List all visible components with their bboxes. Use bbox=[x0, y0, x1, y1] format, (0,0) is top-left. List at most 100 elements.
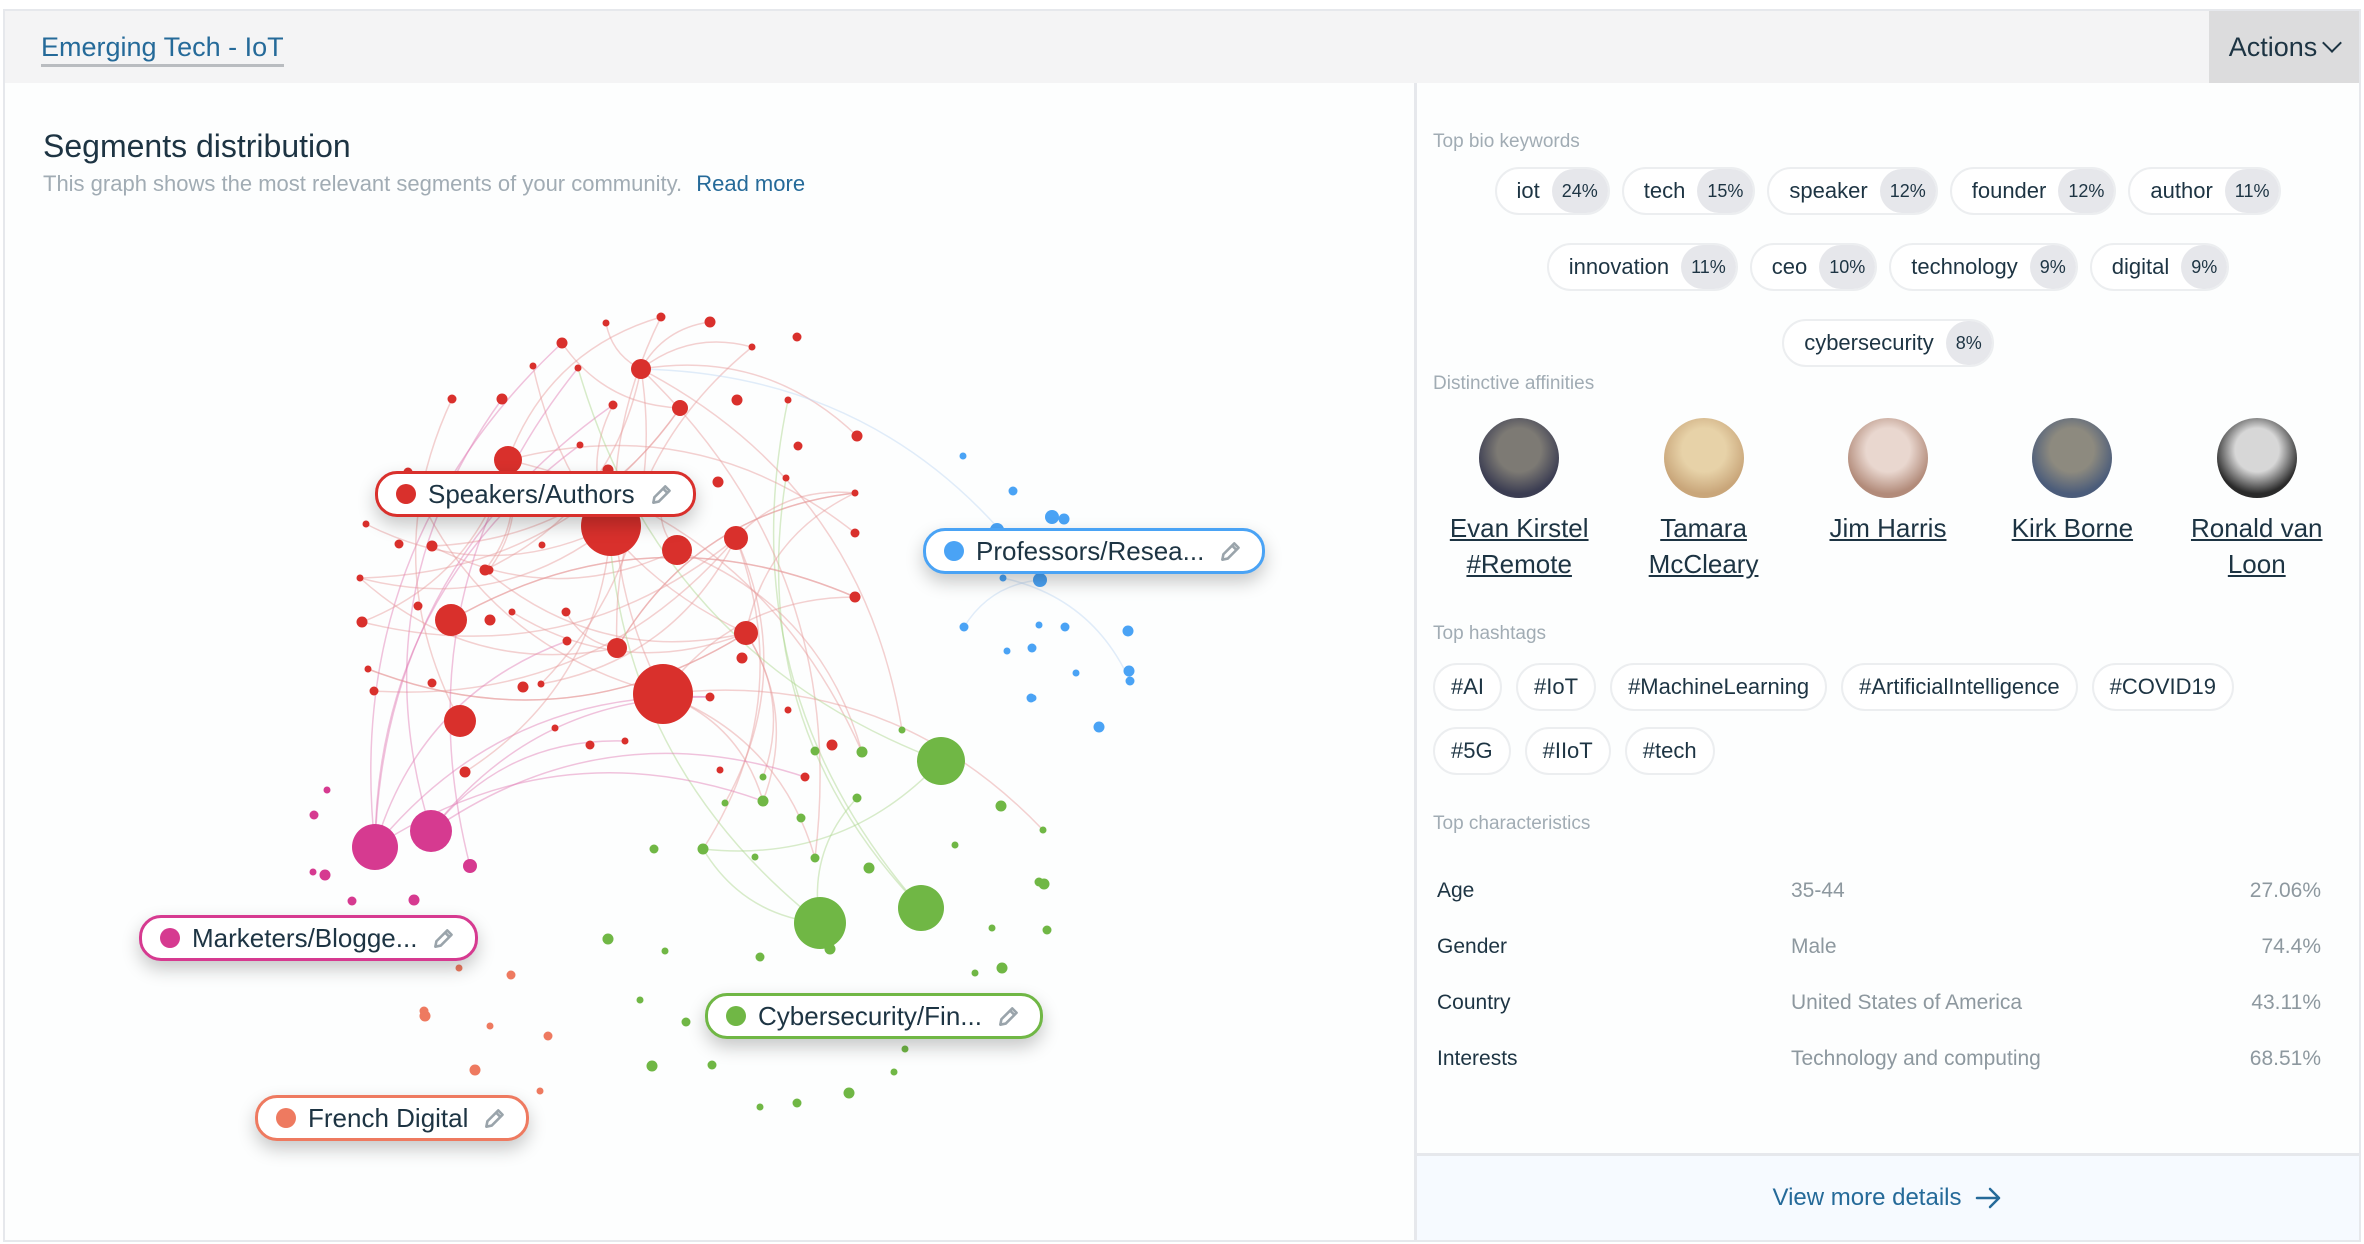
graph-node-cyber[interactable] bbox=[646, 1060, 658, 1072]
graph-node-speakers[interactable] bbox=[537, 680, 545, 688]
graph-node-professors[interactable] bbox=[1033, 573, 1047, 587]
hashtag-chip[interactable]: #IIoT bbox=[1524, 727, 1611, 775]
affinity-profile[interactable]: Evan Kirstel #Remote bbox=[1434, 418, 1604, 582]
graph-node-speakers[interactable] bbox=[562, 636, 572, 646]
graph-node-speakers[interactable] bbox=[576, 441, 584, 449]
hashtag-chip[interactable]: #IoT bbox=[1516, 663, 1597, 711]
graph-node-professors[interactable] bbox=[1029, 694, 1037, 702]
affinity-name-link[interactable]: Ronald van Loon bbox=[2172, 510, 2342, 582]
graph-node-speakers[interactable] bbox=[459, 766, 471, 778]
keyword-chip[interactable]: innovation 11% bbox=[1546, 243, 1738, 291]
graph-node-speakers[interactable] bbox=[748, 343, 756, 351]
graph-node-professors[interactable] bbox=[1027, 643, 1037, 653]
graph-node-marketers[interactable] bbox=[463, 859, 477, 873]
hashtag-chip[interactable]: #MachineLearning bbox=[1610, 663, 1828, 711]
graph-node-speakers[interactable] bbox=[608, 400, 618, 410]
graph-node-speakers[interactable] bbox=[849, 591, 861, 603]
graph-node-cyber[interactable] bbox=[843, 1087, 855, 1099]
edit-pencil-icon[interactable] bbox=[649, 481, 675, 507]
graph-node-speakers[interactable] bbox=[427, 678, 437, 688]
graph-node-speakers[interactable] bbox=[426, 540, 438, 552]
hashtag-chip[interactable]: #AI bbox=[1433, 663, 1503, 711]
graph-node-speakers[interactable] bbox=[496, 393, 508, 405]
graph-node-cyber[interactable] bbox=[681, 1017, 691, 1027]
graph-node-french[interactable] bbox=[469, 1064, 481, 1076]
graph-node-speakers[interactable] bbox=[369, 686, 379, 696]
graph-node-speakers[interactable] bbox=[364, 665, 372, 673]
graph-node-speakers[interactable] bbox=[784, 706, 792, 714]
graph-node-speakers[interactable] bbox=[826, 739, 838, 751]
graph-node-professors[interactable] bbox=[1003, 647, 1011, 655]
hashtag-chip[interactable]: #5G bbox=[1433, 727, 1511, 775]
segment-label-cybersecurity[interactable]: Cybersecurity/Fin... bbox=[705, 993, 1043, 1039]
graph-node-speakers[interactable] bbox=[484, 565, 494, 575]
graph-node-speakers[interactable] bbox=[585, 740, 595, 750]
graph-node-speakers[interactable] bbox=[484, 614, 496, 626]
graph-node-cyber[interactable] bbox=[971, 969, 979, 977]
graph-node-cyber[interactable] bbox=[707, 1060, 717, 1070]
graph-node-cyber[interactable] bbox=[1039, 826, 1047, 834]
hashtag-chip[interactable]: #ArtificialIntelligence bbox=[1841, 663, 2078, 711]
graph-node-speakers[interactable] bbox=[633, 664, 693, 724]
graph-node-cyber[interactable] bbox=[856, 746, 868, 758]
actions-dropdown-button[interactable]: Actions bbox=[2209, 11, 2359, 83]
graph-node-french[interactable] bbox=[419, 1006, 429, 1016]
graph-node-cyber[interactable] bbox=[1038, 878, 1050, 890]
graph-node-cyber[interactable] bbox=[757, 795, 769, 807]
graph-node-speakers[interactable] bbox=[444, 705, 476, 737]
keyword-chip[interactable]: iot 24% bbox=[1494, 167, 1610, 215]
read-more-link[interactable]: Read more bbox=[696, 171, 805, 196]
graph-node-speakers[interactable] bbox=[602, 319, 610, 327]
keyword-chip[interactable]: ceo 10% bbox=[1749, 243, 1878, 291]
edit-pencil-icon[interactable] bbox=[996, 1003, 1022, 1029]
graph-node-speakers[interactable] bbox=[662, 535, 692, 565]
graph-node-marketers[interactable] bbox=[323, 786, 331, 794]
graph-node-cyber[interactable] bbox=[751, 853, 759, 861]
graph-node-speakers[interactable] bbox=[656, 312, 666, 322]
graph-node-speakers[interactable] bbox=[413, 601, 423, 611]
graph-node-speakers[interactable] bbox=[356, 574, 364, 582]
edit-pencil-icon[interactable] bbox=[482, 1105, 508, 1131]
graph-node-cyber[interactable] bbox=[852, 793, 862, 803]
graph-node-french[interactable] bbox=[543, 1031, 553, 1041]
graph-node-cyber[interactable] bbox=[810, 853, 820, 863]
graph-node-speakers[interactable] bbox=[705, 692, 715, 702]
hashtag-chip[interactable]: #tech bbox=[1624, 727, 1715, 775]
graph-node-cyber[interactable] bbox=[988, 924, 996, 932]
graph-node-professors[interactable] bbox=[999, 574, 1007, 582]
graph-node-cyber[interactable] bbox=[890, 1068, 898, 1076]
keyword-chip[interactable]: digital 9% bbox=[2089, 243, 2230, 291]
graph-node-speakers[interactable] bbox=[621, 737, 629, 745]
graph-node-cyber[interactable] bbox=[996, 962, 1008, 974]
graph-node-professors[interactable] bbox=[959, 622, 969, 632]
graph-node-speakers[interactable] bbox=[529, 362, 537, 370]
graph-node-speakers[interactable] bbox=[362, 520, 370, 528]
graph-node-speakers[interactable] bbox=[672, 400, 688, 416]
graph-node-professors[interactable] bbox=[1093, 721, 1105, 733]
graph-node-speakers[interactable] bbox=[574, 364, 582, 372]
graph-node-speakers[interactable] bbox=[631, 359, 651, 379]
graph-node-marketers[interactable] bbox=[347, 896, 357, 906]
graph-node-cyber[interactable] bbox=[636, 996, 644, 1004]
graph-node-cyber[interactable] bbox=[951, 841, 959, 849]
affinity-name-link[interactable]: Tamara McCleary bbox=[1619, 510, 1789, 582]
graph-node-cyber[interactable] bbox=[917, 737, 965, 785]
graph-node-speakers[interactable] bbox=[782, 474, 790, 482]
graph-node-french[interactable] bbox=[506, 970, 516, 980]
graph-node-speakers[interactable] bbox=[508, 608, 516, 616]
affinity-profile[interactable]: Kirk Borne bbox=[1987, 418, 2157, 582]
graph-node-professors[interactable] bbox=[1125, 676, 1135, 686]
graph-node-cyber[interactable] bbox=[796, 813, 806, 823]
graph-node-speakers[interactable] bbox=[394, 539, 404, 549]
graph-node-cyber[interactable] bbox=[901, 1045, 909, 1053]
graph-node-speakers[interactable] bbox=[851, 489, 859, 497]
graph-node-professors[interactable] bbox=[1058, 513, 1070, 525]
graph-node-speakers[interactable] bbox=[724, 526, 748, 550]
graph-node-speakers[interactable] bbox=[800, 772, 810, 782]
graph-node-speakers[interactable] bbox=[494, 446, 522, 474]
graph-node-cyber[interactable] bbox=[898, 885, 944, 931]
graph-node-cyber[interactable] bbox=[649, 844, 659, 854]
hashtag-chip[interactable]: #COVID19 bbox=[2091, 663, 2235, 711]
graph-node-professors[interactable] bbox=[1035, 621, 1043, 629]
graph-node-professors[interactable] bbox=[1045, 510, 1059, 524]
